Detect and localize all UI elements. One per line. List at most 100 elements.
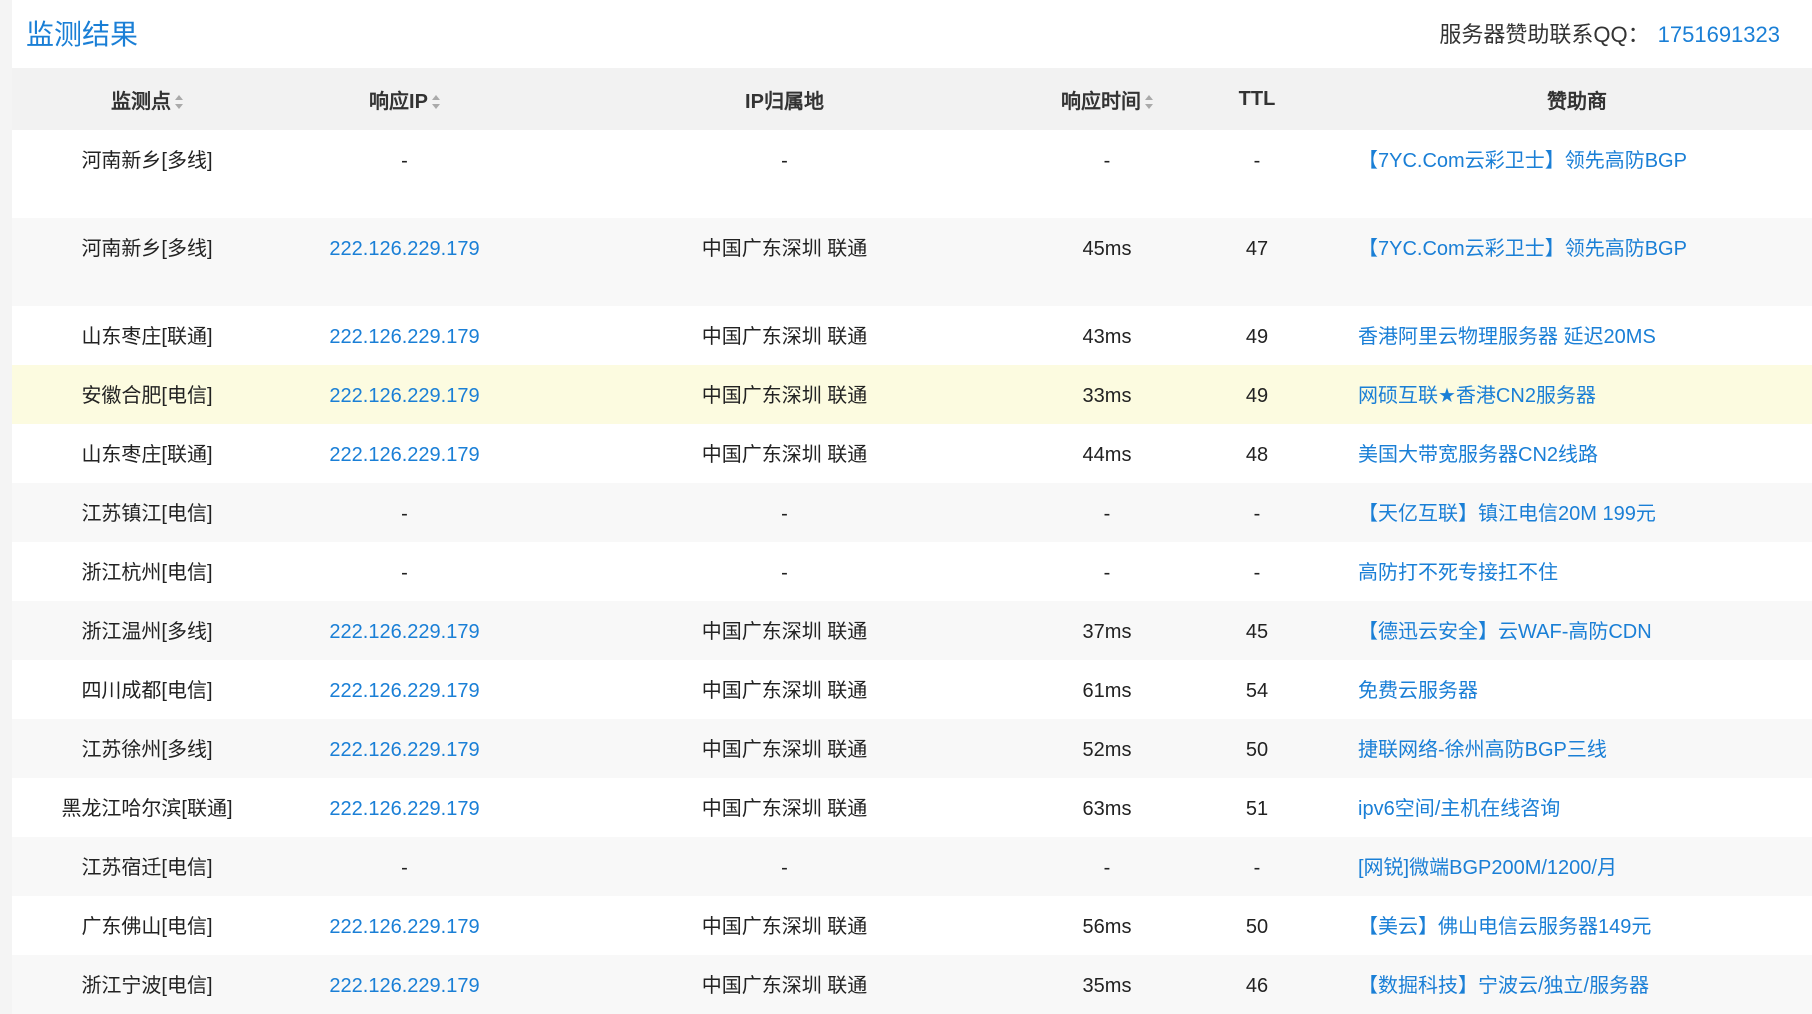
sponsor-link[interactable]: 香港阿里云物理服务器 延迟20MS xyxy=(1358,326,1656,348)
table-row: 江苏镇江[电信] - - - - 【天亿互联】镇江电信20M 199元 xyxy=(12,483,1812,542)
cell-sponsor: 【美云】佛山电信云服务器149元 xyxy=(1342,896,1812,955)
cell-sponsor: 【数掘科技】宁波云/独立/服务器 xyxy=(1342,955,1812,1014)
cell-ip-location: 中国广东深圳 联通 xyxy=(527,306,1042,365)
cell-sponsor: 【7YC.Com云彩卫士】领先高防BGP xyxy=(1342,130,1812,218)
cell-sponsor: [网锐]微端BGP200M/1200/月 xyxy=(1342,837,1812,896)
sponsor-link[interactable]: 免费云服务器 xyxy=(1358,680,1478,702)
cell-response-ip: 222.126.229.179 xyxy=(282,306,527,365)
sort-icon[interactable] xyxy=(1145,95,1153,110)
cell-response-time: 56ms xyxy=(1042,896,1172,955)
cell-ttl: 48 xyxy=(1172,424,1342,483)
cell-response-time: 63ms xyxy=(1042,778,1172,837)
cell-ttl: - xyxy=(1172,130,1342,218)
sponsor-link[interactable]: 高防打不死专接扛不住 xyxy=(1358,562,1558,584)
sponsor-link[interactable]: [网锐]微端BGP200M/1200/月 xyxy=(1358,857,1617,879)
ip-link[interactable]: 222.126.229.179 xyxy=(329,385,479,407)
sort-icon[interactable] xyxy=(175,95,183,110)
cell-response-ip: 222.126.229.179 xyxy=(282,719,527,778)
sponsor-link[interactable]: 美国大带宽服务器CN2线路 xyxy=(1358,444,1598,466)
ip-link[interactable]: 222.126.229.179 xyxy=(329,916,479,938)
ip-link[interactable]: 222.126.229.179 xyxy=(329,975,479,997)
ip-link[interactable]: 222.126.229.179 xyxy=(329,680,479,702)
cell-response-ip: 222.126.229.179 xyxy=(282,660,527,719)
column-header-response-time[interactable]: 响应时间 xyxy=(1042,68,1172,130)
cell-ip-location: - xyxy=(527,483,1042,542)
cell-sponsor: ipv6空间/主机在线咨询 xyxy=(1342,778,1812,837)
page-title: 监测结果 xyxy=(26,19,139,50)
cell-response-time: - xyxy=(1042,837,1172,896)
cell-response-time: 35ms xyxy=(1042,955,1172,1014)
cell-ttl: - xyxy=(1172,483,1342,542)
cell-location: 浙江杭州[电信] xyxy=(12,542,282,601)
cell-sponsor: 高防打不死专接扛不住 xyxy=(1342,542,1812,601)
ip-link[interactable]: 222.126.229.179 xyxy=(329,444,479,466)
results-table: 监测点 响应IP IP归属地 响应时间 TTL 赞助商 河南新乡[多线] - - - -… xyxy=(12,68,1812,1014)
sponsor-qq-number[interactable]: 1751691323 xyxy=(1658,22,1780,47)
cell-location: 河南新乡[多线] xyxy=(12,130,282,218)
cell-ip-location: 中国广东深圳 联通 xyxy=(527,719,1042,778)
cell-ip-location: 中国广东深圳 联通 xyxy=(527,424,1042,483)
cell-sponsor: 捷联网络-徐州高防BGP三线 xyxy=(1342,719,1812,778)
cell-location: 广东佛山[电信] xyxy=(12,896,282,955)
sponsor-link[interactable]: 【7YC.Com云彩卫士】领先高防BGP xyxy=(1358,238,1687,260)
cell-location: 江苏徐州[多线] xyxy=(12,719,282,778)
cell-ttl: 50 xyxy=(1172,896,1342,955)
cell-location: 江苏镇江[电信] xyxy=(12,483,282,542)
cell-sponsor: 香港阿里云物理服务器 延迟20MS xyxy=(1342,306,1812,365)
sponsor-link[interactable]: 【德迅云安全】云WAF-高防CDN xyxy=(1358,621,1652,643)
cell-ip-location: 中国广东深圳 联通 xyxy=(527,601,1042,660)
cell-sponsor: 美国大带宽服务器CN2线路 xyxy=(1342,424,1812,483)
cell-location: 山东枣庄[联通] xyxy=(12,306,282,365)
sponsor-link[interactable]: 【美云】佛山电信云服务器149元 xyxy=(1358,916,1651,938)
sponsor-link[interactable]: 捷联网络-徐州高防BGP三线 xyxy=(1358,739,1607,761)
cell-ttl: 45 xyxy=(1172,601,1342,660)
column-header-location[interactable]: 监测点 xyxy=(12,68,282,130)
cell-ip-location: - xyxy=(527,130,1042,218)
cell-response-ip: - xyxy=(282,483,527,542)
cell-ttl: 49 xyxy=(1172,306,1342,365)
column-header-ip[interactable]: 响应IP xyxy=(282,68,527,130)
table-row: 河南新乡[多线] 222.126.229.179 中国广东深圳 联通 45ms 47 【7… xyxy=(12,218,1812,306)
cell-response-ip: 222.126.229.179 xyxy=(282,218,527,306)
sponsor-link[interactable]: ipv6空间/主机在线咨询 xyxy=(1358,798,1560,820)
cell-location: 河南新乡[多线] xyxy=(12,218,282,306)
ip-link[interactable]: 222.126.229.179 xyxy=(329,798,479,820)
cell-location: 江苏宿迁[电信] xyxy=(12,837,282,896)
cell-ip-location: 中国广东深圳 联通 xyxy=(527,896,1042,955)
cell-ttl: 47 xyxy=(1172,218,1342,306)
cell-response-time: 33ms xyxy=(1042,365,1172,424)
cell-ip-location: - xyxy=(527,542,1042,601)
cell-response-time: 52ms xyxy=(1042,719,1172,778)
cell-ttl: - xyxy=(1172,837,1342,896)
table-row: 河南新乡[多线] - - - - 【7YC.Com云彩卫士】领先高防BGP xyxy=(12,130,1812,218)
cell-response-time: 61ms xyxy=(1042,660,1172,719)
results-panel: 监测结果 服务器赞助联系QQ： 1751691323 监测点 响应IP IP归属地… xyxy=(12,0,1812,1014)
results-header: 监测结果 服务器赞助联系QQ： 1751691323 xyxy=(12,0,1812,68)
cell-sponsor: 【7YC.Com云彩卫士】领先高防BGP xyxy=(1342,218,1812,306)
sponsor-link[interactable]: 【天亿互联】镇江电信20M 199元 xyxy=(1358,503,1656,525)
cell-ttl: 46 xyxy=(1172,955,1342,1014)
cell-response-time: - xyxy=(1042,130,1172,218)
ip-link[interactable]: 222.126.229.179 xyxy=(329,238,479,260)
column-header-ip-location: IP归属地 xyxy=(527,68,1042,130)
cell-response-time: 44ms xyxy=(1042,424,1172,483)
cell-ip-location: 中国广东深圳 联通 xyxy=(527,365,1042,424)
cell-location: 浙江宁波[电信] xyxy=(12,955,282,1014)
cell-ip-location: 中国广东深圳 联通 xyxy=(527,778,1042,837)
ip-link[interactable]: 222.126.229.179 xyxy=(329,326,479,348)
cell-response-ip: - xyxy=(282,542,527,601)
cell-ttl: 54 xyxy=(1172,660,1342,719)
sort-icon[interactable] xyxy=(431,95,440,110)
table-row: 江苏徐州[多线] 222.126.229.179 中国广东深圳 联通 52ms 50 捷联… xyxy=(12,719,1812,778)
table-row: 安徽合肥[电信] 222.126.229.179 中国广东深圳 联通 33ms 49 网硕… xyxy=(12,365,1812,424)
cell-sponsor: 【德迅云安全】云WAF-高防CDN xyxy=(1342,601,1812,660)
ip-link[interactable]: 222.126.229.179 xyxy=(329,739,479,761)
cell-response-ip: 222.126.229.179 xyxy=(282,601,527,660)
cell-response-ip: - xyxy=(282,837,527,896)
sponsor-link[interactable]: 网硕互联★香港CN2服务器 xyxy=(1358,385,1596,407)
table-row: 浙江宁波[电信] 222.126.229.179 中国广东深圳 联通 35ms 46 【数… xyxy=(12,955,1812,1014)
sponsor-link[interactable]: 【数掘科技】宁波云/独立/服务器 xyxy=(1358,975,1649,997)
sponsor-link[interactable]: 【7YC.Com云彩卫士】领先高防BGP xyxy=(1358,150,1687,172)
ip-link[interactable]: 222.126.229.179 xyxy=(329,621,479,643)
cell-response-time: 37ms xyxy=(1042,601,1172,660)
